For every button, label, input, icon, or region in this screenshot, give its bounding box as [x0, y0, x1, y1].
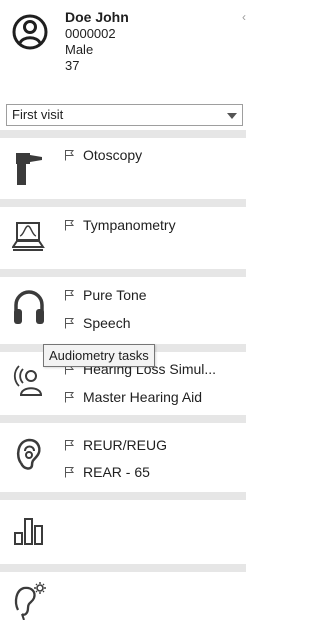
task-label: Pure Tone	[83, 287, 147, 303]
visit-select[interactable]: First visit	[6, 104, 243, 126]
task-speech[interactable]: Speech	[64, 314, 130, 332]
task-tympanometry[interactable]: Tympanometry	[64, 216, 176, 234]
patient-name: Doe John	[65, 9, 129, 25]
audiometry-tooltip: Audiometry tasks	[43, 344, 155, 367]
headphones-icon	[14, 290, 44, 324]
user-avatar-icon	[12, 14, 48, 50]
task-label: Otoscopy	[83, 147, 143, 163]
flag-icon	[65, 440, 75, 451]
dropdown-caret-icon	[227, 113, 237, 119]
separator	[0, 269, 246, 277]
visit-select-value: First visit	[12, 107, 64, 122]
task-master-hearing-aid[interactable]: Master Hearing Aid	[64, 388, 202, 406]
task-label: Tympanometry	[83, 217, 176, 233]
collapse-chevron-icon[interactable]: ‹	[242, 10, 246, 24]
hearing-aid-settings-icon	[14, 582, 46, 620]
bar-chart-icon	[14, 518, 43, 545]
separator	[0, 415, 246, 423]
task-pure-tone[interactable]: Pure Tone	[64, 286, 147, 304]
ear-probe-icon	[16, 438, 41, 470]
flag-icon	[65, 220, 75, 231]
patient-id: 0000002	[65, 26, 116, 41]
flag-icon	[65, 467, 75, 478]
section-hearing-aid-settings[interactable]	[0, 572, 246, 635]
patient-header: Doe John 0000002 Male 37 ‹	[0, 0, 246, 90]
task-reur-reug[interactable]: REUR/REUG	[64, 436, 167, 454]
patient-gender: Male	[65, 42, 94, 57]
task-otoscopy[interactable]: Otoscopy	[64, 146, 142, 164]
separator	[0, 564, 246, 572]
flag-icon	[65, 392, 75, 403]
task-rear-65[interactable]: REAR - 65	[64, 463, 150, 481]
separator	[0, 199, 246, 207]
section-audiometry[interactable]: Pure Tone Speech	[0, 277, 246, 344]
task-label: Master Hearing Aid	[83, 389, 203, 405]
section-statistics[interactable]	[0, 500, 246, 564]
speaker-person-icon	[13, 365, 43, 396]
separator	[0, 130, 246, 138]
flag-icon	[65, 150, 75, 161]
flag-icon	[65, 318, 75, 329]
task-label: REUR/REUG	[83, 437, 168, 453]
task-label: REAR - 65	[83, 464, 150, 480]
task-label: Speech	[83, 315, 131, 331]
section-rem[interactable]: REUR/REUG REAR - 65	[0, 423, 246, 492]
tympanometer-laptop-icon	[12, 222, 45, 251]
section-tympanometry[interactable]: Tympanometry	[0, 207, 246, 269]
otoscope-icon	[16, 153, 42, 185]
section-otoscopy[interactable]: Otoscopy	[0, 138, 246, 199]
separator	[0, 492, 246, 500]
flag-icon	[65, 290, 75, 301]
patient-age: 37	[65, 58, 80, 73]
